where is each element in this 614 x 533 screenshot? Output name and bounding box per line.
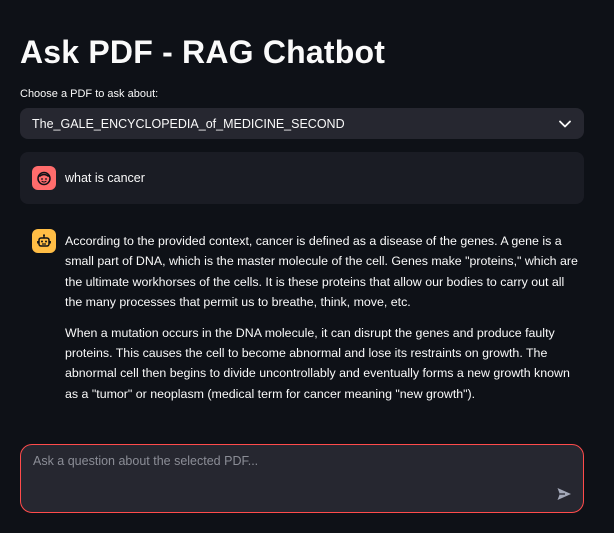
user-message-text: what is cancer <box>65 171 145 185</box>
send-icon <box>557 488 571 500</box>
chat-input[interactable] <box>33 453 533 493</box>
chat-input-container <box>20 444 584 513</box>
user-message: what is cancer <box>20 152 584 204</box>
chevron-down-icon[interactable] <box>558 117 572 131</box>
assistant-paragraph: According to the provided context, cance… <box>65 234 578 310</box>
send-button[interactable] <box>555 485 573 503</box>
assistant-message: According to the provided context, cance… <box>65 231 580 414</box>
page-title: Ask PDF - RAG Chatbot <box>20 34 386 70</box>
assistant-paragraph: When a mutation occurs in the DNA molecu… <box>65 325 570 401</box>
pdf-select[interactable]: The_GALE_ENCYCLOPEDIA_of_MEDICINE_SECOND <box>20 108 584 139</box>
pdf-select-value: The_GALE_ENCYCLOPEDIA_of_MEDICINE_SECOND <box>32 116 345 131</box>
pdf-select-label: Choose a PDF to ask about: <box>20 88 159 100</box>
app-page: Ask PDF - RAG Chatbot Choose a PDF to as… <box>0 0 614 533</box>
robot-icon <box>32 229 56 253</box>
user-face-icon <box>32 166 56 190</box>
